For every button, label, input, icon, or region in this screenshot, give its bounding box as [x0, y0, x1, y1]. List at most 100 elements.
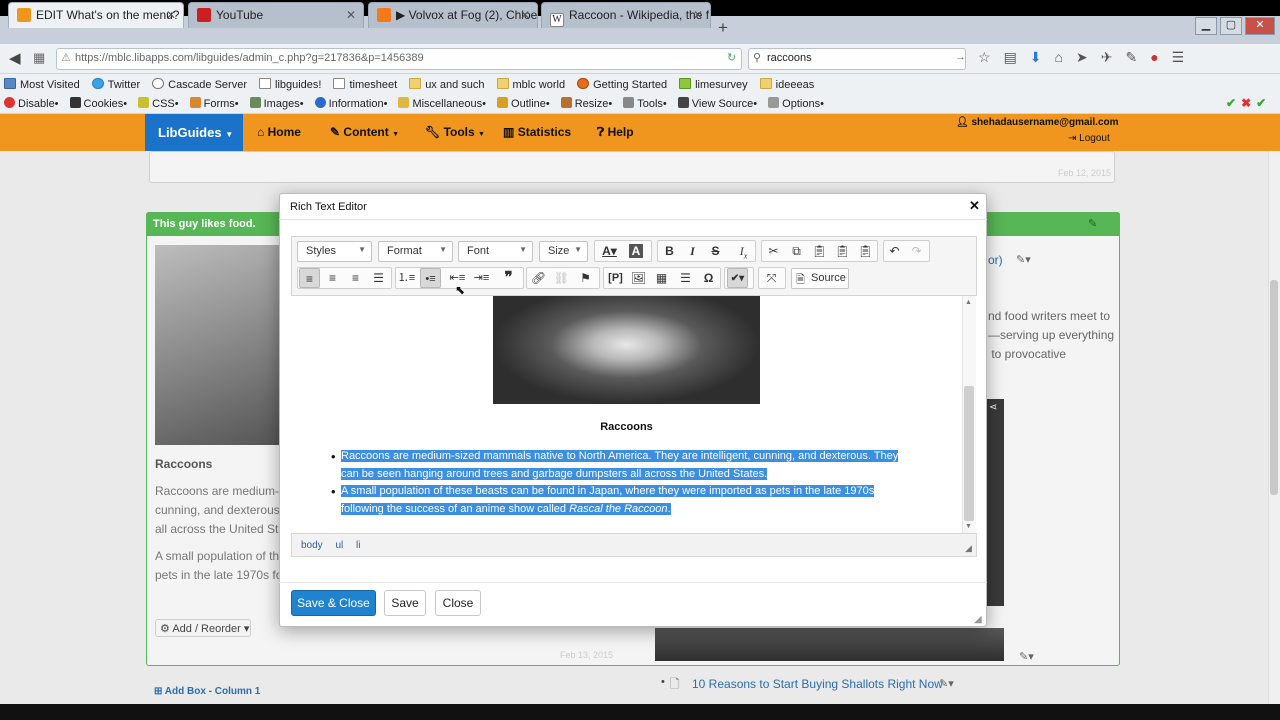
logout-link[interactable]: ⇥ Logout: [1068, 133, 1110, 144]
scroll-up-icon[interactable]: ▲: [965, 299, 972, 306]
minimize-icon[interactable]: ▁: [1195, 17, 1217, 35]
editor-scrollbar-thumb[interactable]: [964, 386, 974, 521]
new-tab-icon[interactable]: +: [718, 18, 728, 38]
scroll-down-icon[interactable]: ▼: [965, 523, 972, 530]
raccoon-image[interactable]: [493, 296, 760, 404]
copy-icon[interactable]: ⧉: [786, 241, 807, 261]
size-dropdown[interactable]: Size ▼: [539, 241, 588, 262]
edit-dropdown-icon[interactable]: ✎▾: [1019, 650, 1034, 663]
nav-tools[interactable]: 🔧︎ Tools ▼: [425, 125, 485, 139]
maximize-editor-icon[interactable]: ⤧: [761, 268, 782, 288]
background-color-icon[interactable]: A: [629, 244, 643, 258]
share-icon[interactable]: ⋖: [989, 402, 997, 413]
dev-tools[interactable]: Tools•: [623, 97, 667, 110]
table-icon[interactable]: ▦: [651, 268, 672, 288]
bookmark-timesheet[interactable]: timesheet: [333, 77, 397, 91]
maximize-icon[interactable]: ▢: [1220, 17, 1242, 35]
paste-icon[interactable]: 📋︎: [809, 241, 830, 261]
tab-volvox[interactable]: ▶ Volvox at Fog (2), Chloe... ✕: [368, 2, 538, 28]
resize-handle-icon[interactable]: ◢: [965, 543, 972, 554]
search-input[interactable]: raccoons: [748, 48, 966, 70]
bulleted-list-icon[interactable]: •≡: [420, 268, 441, 288]
close-icon[interactable]: ✕: [969, 198, 980, 214]
justify-icon[interactable]: ☰: [368, 268, 389, 288]
user-account[interactable]: 👤︎ shehadausername@gmail.com: [956, 117, 1119, 128]
send-icon[interactable]: ➤: [1076, 49, 1088, 66]
align-left-icon[interactable]: ≡: [299, 268, 320, 288]
right-link-fragment[interactable]: or): [988, 253, 1003, 267]
home-icon[interactable]: ⌂: [1055, 49, 1063, 66]
close-icon[interactable]: ✕: [346, 8, 356, 22]
validation-error-icon[interactable]: ✖: [1241, 96, 1251, 110]
link-icon[interactable]: 🔗︎: [528, 268, 549, 288]
tab-wikipedia[interactable]: W Raccoon - Wikipedia, the f... ✕: [541, 2, 711, 28]
placeholder-icon[interactable]: [P]: [605, 268, 626, 288]
bold-icon[interactable]: B: [659, 241, 680, 261]
nav-statistics[interactable]: ▥ Statistics: [503, 125, 571, 139]
star-icon[interactable]: ☆: [978, 49, 991, 66]
styles-dropdown[interactable]: Styles ▼: [297, 241, 372, 262]
remove-format-icon[interactable]: Ix: [733, 241, 754, 261]
close-icon[interactable]: ✕: [693, 8, 703, 22]
tab-youtube[interactable]: YouTube ✕: [188, 2, 364, 28]
paste-text-icon[interactable]: 📋︎: [832, 241, 853, 261]
bullet-item-1[interactable]: Raccoons are medium-sized mammals native…: [341, 448, 915, 483]
align-right-icon[interactable]: ≡: [345, 268, 366, 288]
dev-outline[interactable]: Outline•: [497, 97, 550, 110]
anchor-flag-icon[interactable]: ⚑: [575, 268, 596, 288]
format-dropdown[interactable]: Format ▼: [378, 241, 453, 262]
dev-resize[interactable]: Resize•: [560, 97, 612, 110]
add-reorder-button[interactable]: ⚙ Add / Reorder ▾: [155, 619, 251, 637]
strikethrough-icon[interactable]: S: [705, 241, 726, 261]
menu-icon[interactable]: ☰: [1172, 49, 1185, 66]
dev-information[interactable]: Information•: [314, 97, 387, 110]
dev-forms[interactable]: Forms•: [189, 97, 239, 110]
special-character-icon[interactable]: Ω: [698, 268, 719, 288]
pencil-extension-icon[interactable]: ✎: [1125, 49, 1137, 66]
redo-icon[interactable]: ↷: [906, 241, 927, 261]
nav-help[interactable]: ❓︎ Help: [597, 125, 634, 140]
edit-dropdown-icon[interactable]: ✎▾: [939, 677, 954, 690]
bookmark-getting-started[interactable]: Getting Started: [577, 77, 667, 91]
font-dropdown[interactable]: Font ▼: [458, 241, 533, 262]
back-icon[interactable]: ◀: [9, 49, 21, 67]
bookmark-most-visited[interactable]: Most Visited: [4, 77, 80, 91]
close-button[interactable]: Close: [435, 590, 481, 616]
italic-icon[interactable]: I: [682, 241, 703, 261]
unlink-icon[interactable]: ⛓︎: [551, 268, 572, 288]
page-scrollbar-thumb[interactable]: [1270, 280, 1278, 495]
reload-icon[interactable]: ↻: [727, 51, 736, 64]
nav-home[interactable]: ⌂ Home: [257, 125, 301, 139]
dev-options[interactable]: Options•: [768, 97, 824, 110]
extension-icon[interactable]: ✈: [1101, 49, 1113, 66]
cut-icon[interactable]: ✂: [763, 241, 784, 261]
bookmark-cascade-server[interactable]: Cascade Server: [152, 77, 247, 91]
horizontal-rule-icon[interactable]: ☰: [675, 268, 696, 288]
bookmark-ux-and-such[interactable]: ux and such: [409, 77, 485, 91]
paste-word-icon[interactable]: 📋︎: [855, 241, 876, 261]
search-go-icon[interactable]: →: [955, 51, 966, 63]
dialog-resize-icon[interactable]: ◢: [974, 614, 982, 625]
validation-ok-icon[interactable]: ✔: [1226, 96, 1236, 110]
window-close-icon[interactable]: ✕: [1245, 17, 1275, 35]
align-center-icon[interactable]: ≡: [322, 268, 343, 288]
close-icon[interactable]: ✕: [166, 8, 176, 22]
libguides-menu-button[interactable]: LibGuides ▼: [145, 114, 243, 151]
image-icon[interactable]: 🖼︎: [628, 268, 649, 288]
reading-list-icon[interactable]: ▤: [1004, 49, 1017, 66]
url-bar[interactable]: https://mblc.libapps.com/libguides/admin…: [56, 48, 742, 70]
validation-ok-icon[interactable]: ✔: [1256, 96, 1266, 110]
bookmark-limesurvey[interactable]: limesurvey: [679, 77, 748, 91]
dev-images[interactable]: Images•: [249, 97, 304, 110]
dev-miscellaneous[interactable]: Miscellaneous•: [398, 97, 486, 110]
element-path-bar[interactable]: body ul li: [291, 533, 977, 557]
bookmark-twitter[interactable]: Twitter: [91, 77, 140, 91]
nav-content[interactable]: ✎ Content ▼: [330, 125, 399, 139]
bookmark-libguides[interactable]: libguides!: [259, 77, 321, 91]
bookmark-mblc-world[interactable]: mblc world: [496, 77, 565, 91]
numbered-list-icon[interactable]: ⒈≡: [396, 268, 417, 288]
text-color-icon[interactable]: A▾: [599, 241, 620, 261]
add-box-link[interactable]: ⊞ Add Box - Column 1: [154, 686, 260, 697]
spellcheck-icon[interactable]: ✔▾: [727, 268, 748, 288]
save-button[interactable]: Save: [384, 590, 426, 616]
